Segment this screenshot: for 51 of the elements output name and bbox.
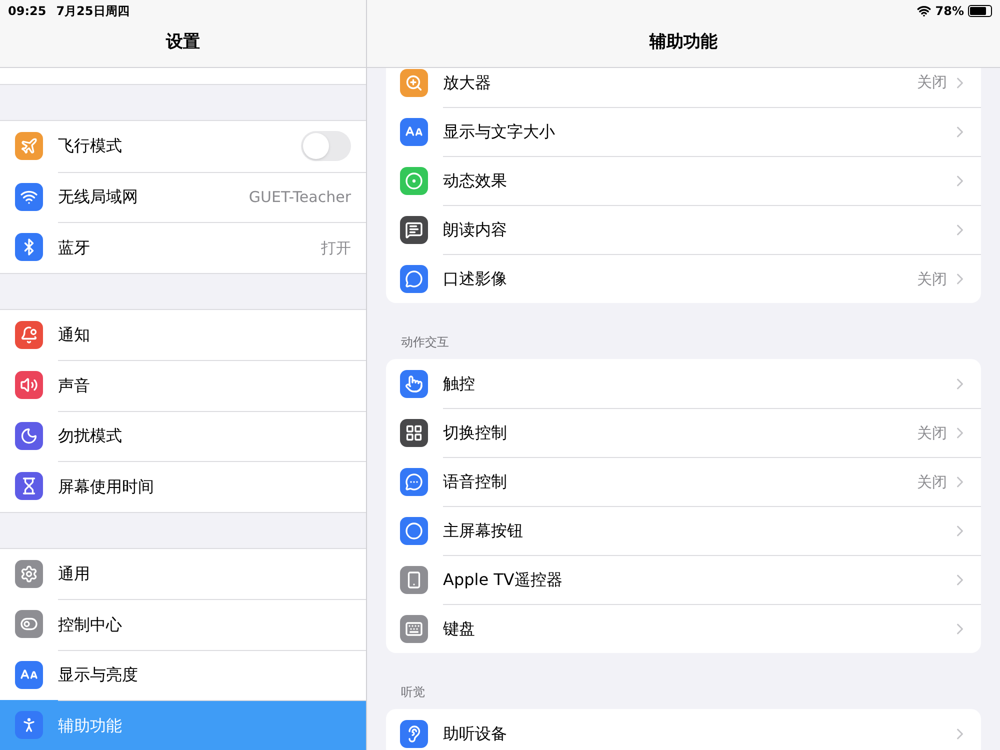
row-label: 朗读内容: [443, 219, 508, 241]
row-label: 勿扰模式: [58, 425, 123, 448]
row-label: 控制中心: [58, 614, 123, 636]
battery-icon: [968, 5, 992, 17]
row-label: 声音: [58, 374, 91, 397]
settings-row[interactable]: 放大器 关闭: [386, 68, 981, 107]
row-label: 放大器: [443, 72, 492, 94]
row-label: 显示与文字大小: [443, 121, 556, 143]
row-value: GUET-Teacher: [248, 187, 351, 208]
row-label: 通知: [58, 324, 91, 346]
toggle-switch[interactable]: [301, 131, 351, 162]
section-header: 动作交互: [400, 334, 450, 351]
row-label: 切换控制: [443, 422, 508, 444]
row-label: 助听设备: [443, 722, 508, 744]
settings-row[interactable]: 显示与文字大小: [386, 107, 981, 156]
row-label: 语音控制: [443, 471, 508, 493]
row-label: 键盘: [443, 618, 476, 640]
settings-row[interactable]: Apple TV遥控器: [386, 555, 981, 604]
row-label: 辅助功能: [58, 714, 123, 737]
row-value: 打开: [321, 238, 351, 258]
settings-row[interactable]: 键盘: [386, 604, 981, 653]
row-label: 屏幕使用时间: [58, 476, 155, 498]
row-label: 口述影像: [443, 268, 508, 290]
battery-percent: 78%: [935, 3, 964, 20]
row-value: 关闭: [917, 268, 947, 290]
settings-row[interactable]: 助听设备: [386, 709, 981, 750]
row-label: Apple TV遥控器: [443, 569, 564, 591]
row-label: 主屏幕按钮: [443, 520, 524, 542]
row-label: 动态效果: [443, 170, 508, 192]
section-header: 听觉: [400, 684, 426, 701]
row-label: 通用: [58, 562, 91, 585]
settings-row[interactable]: 主屏幕按钮: [386, 506, 981, 555]
row-label: 飞行模式: [58, 135, 123, 158]
row-label: 无线局域网: [58, 186, 139, 208]
status-time: 09:25: [8, 3, 46, 20]
detail-title: 辅助功能: [650, 30, 718, 54]
status-date: 7月25日周四: [56, 3, 130, 20]
wifi-icon: [917, 4, 932, 18]
row-value: 关闭: [917, 472, 947, 493]
settings-row[interactable]: 触控: [386, 359, 981, 408]
row-value: 关闭: [917, 422, 947, 444]
row-value: 关闭: [917, 72, 947, 94]
row-label: 触控: [443, 372, 476, 394]
sidebar-title: 设置: [166, 30, 200, 54]
settings-row[interactable]: 语音控制 关闭: [386, 457, 981, 506]
row-label: 显示与亮度: [58, 664, 139, 686]
settings-row[interactable]: 动态效果: [386, 156, 981, 205]
settings-row[interactable]: 朗读内容: [386, 205, 981, 254]
settings-row[interactable]: 口述影像 关闭: [386, 254, 981, 303]
row-label: 蓝牙: [58, 236, 91, 259]
settings-row[interactable]: 切换控制 关闭: [386, 408, 981, 457]
